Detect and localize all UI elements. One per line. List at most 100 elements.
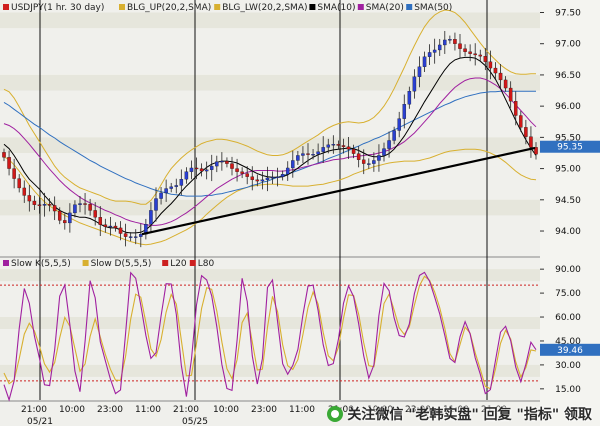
price-grid-band (0, 137, 540, 153)
candle-body (230, 163, 234, 169)
bollinger-lower-line (3, 148, 537, 246)
candle-body (108, 225, 113, 228)
candle-body (149, 210, 153, 225)
candle-body (336, 144, 341, 146)
candle-body (524, 127, 528, 137)
candle-body (402, 104, 407, 119)
candle-body (68, 212, 72, 224)
candle-body (478, 54, 483, 57)
candle-body (154, 198, 158, 211)
candle-body (47, 204, 52, 206)
oscillator-tick-label: 75.00 (555, 289, 581, 299)
candle-body (88, 204, 92, 211)
candle-body (296, 155, 300, 161)
price-tick-label: 97.00 (555, 40, 581, 50)
legend-label: L80 (198, 259, 215, 269)
candle-body (367, 163, 371, 165)
candle-body (27, 195, 32, 202)
candle-body (508, 87, 513, 102)
candle-body (159, 192, 163, 199)
candle-body (306, 153, 310, 155)
candle-body (225, 160, 229, 164)
candle-body (184, 171, 189, 180)
candle-body (356, 153, 361, 160)
legend-label: SMA(20) (366, 3, 404, 13)
watermark: 关注微信 "老韩实盘" 回复 "指标" 领取 (327, 404, 592, 424)
candle-body (341, 145, 346, 147)
candle-body (529, 136, 533, 148)
candle-body (407, 91, 412, 105)
candle-body (280, 174, 285, 177)
candle-body (260, 179, 265, 182)
candle-body (331, 144, 336, 146)
oscillator-grid-band (0, 269, 540, 282)
x-tick-label: 11:00 (289, 405, 315, 415)
candle-body (301, 153, 305, 156)
oscillator-tick-label: 90.00 (555, 265, 581, 275)
x-tick-label: 10:00 (59, 405, 85, 415)
candle-body (189, 167, 194, 172)
price-grid-band (0, 12, 540, 29)
legend-swatch (162, 260, 169, 266)
candle-body (498, 72, 503, 81)
candle-body (437, 44, 442, 51)
candle-body (250, 176, 255, 180)
candle-body (93, 210, 97, 218)
oscillator-tick-label: 30.00 (555, 361, 581, 371)
candle-body (321, 147, 325, 152)
x-tick-label: 21:00 (21, 405, 47, 415)
legend-swatch (3, 4, 9, 10)
candle-body (412, 76, 417, 92)
candle-body (417, 66, 422, 77)
last-price-label: 95.35 (557, 143, 583, 153)
candle-body (448, 39, 452, 41)
candle-body (519, 115, 523, 128)
candle-body (123, 233, 128, 237)
candle-body (285, 167, 290, 175)
candle-body (382, 148, 386, 156)
candle-body (22, 187, 27, 196)
candle-body (255, 179, 260, 182)
candle-body (174, 185, 179, 187)
candle-body (42, 204, 47, 206)
price-grid-band (0, 199, 540, 216)
oscillator-grid-band (0, 364, 540, 377)
candle-body (17, 178, 21, 189)
chart-canvas: USDJPY(1 hr. 30 day) BLG_UP(20,2,SMA) BLG_… (0, 0, 600, 426)
candle-body (326, 144, 331, 148)
candle-body (32, 200, 37, 205)
price-tick-label: 94.50 (555, 196, 581, 206)
bollinger-upper-line (3, 9, 536, 205)
legend-label: BLG_LW(20,2,SMA) (222, 3, 307, 13)
legend-label: SMA(10) (317, 3, 355, 13)
legend-swatch (309, 4, 316, 10)
legend-swatch (119, 4, 125, 10)
candle-body (443, 39, 447, 46)
candle-body (372, 160, 376, 164)
oscillator-tick-label: 60.00 (555, 313, 581, 323)
legend-label: USDJPY(1 hr. 30 day) (11, 3, 104, 13)
legend-swatch (357, 4, 364, 10)
candle-body (169, 186, 173, 189)
candle-body (488, 61, 493, 69)
price-grid-band (0, 74, 540, 91)
x-tick-label: 23:00 (97, 405, 123, 415)
legend-label: Slow K(5,5,5) (11, 259, 71, 269)
wechat-logo-icon (327, 406, 344, 422)
candle-body (453, 39, 457, 44)
x-tick-label: 21:00 (173, 405, 199, 415)
candle-body (387, 140, 391, 149)
candle-body (179, 179, 184, 186)
oscillator-layer (0, 271, 540, 402)
x-date-label: 05/25 (182, 417, 208, 426)
candle-body (245, 173, 249, 177)
candle-body (468, 51, 472, 54)
x-tick-label: 10:00 (213, 405, 239, 415)
support-trendline (141, 146, 536, 236)
candle-body (291, 160, 295, 169)
candle-body (463, 48, 467, 52)
candle-body (118, 227, 123, 234)
candle-body (493, 67, 498, 74)
candle-body (392, 130, 396, 141)
candle-body (199, 168, 204, 172)
